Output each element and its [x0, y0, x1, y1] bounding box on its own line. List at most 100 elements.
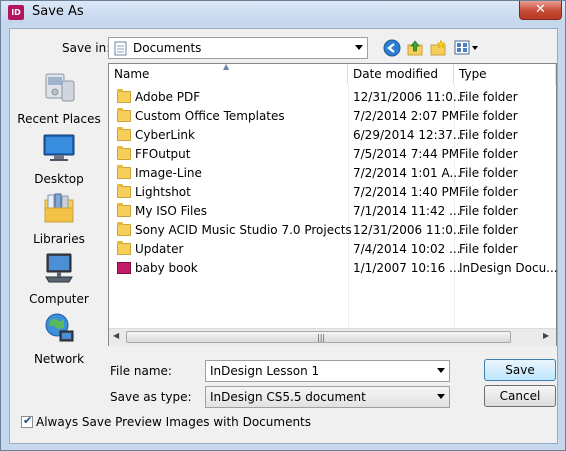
folder-icon: [117, 89, 131, 103]
file-list[interactable]: Name ▲ Date modified Type Adobe PDF 12/31…: [108, 62, 558, 346]
folder-icon: [117, 127, 131, 141]
save-button[interactable]: Save: [484, 359, 556, 381]
file-type: File folder: [459, 204, 518, 218]
preview-checkbox[interactable]: ✔: [21, 414, 33, 428]
view-menu-icon[interactable]: [454, 40, 480, 56]
folder-icon: [117, 165, 131, 179]
chevron-down-icon: [437, 394, 445, 399]
file-name-label: File name:: [110, 364, 172, 378]
chevron-down-icon: [355, 45, 363, 50]
file-name: Sony ACID Music Studio 7.0 Projects: [135, 223, 352, 237]
file-date: 7/1/2014 11:42 ...: [353, 204, 461, 218]
place-computer[interactable]: Computer: [11, 251, 107, 306]
new-folder-icon[interactable]: [429, 39, 447, 57]
file-date: 7/2/2014 1:40 PM: [353, 185, 460, 199]
file-type: InDesign Docu...: [459, 261, 558, 275]
up-folder-icon[interactable]: [406, 39, 424, 57]
file-date: 1/1/2007 10:16 ...: [353, 261, 461, 275]
file-name-value: InDesign Lesson 1: [210, 364, 320, 378]
file-name: baby book: [135, 261, 198, 275]
folder-icon: [117, 222, 131, 236]
column-header-date-label: Date modified: [353, 67, 439, 81]
file-row[interactable]: Custom Office Templates 7/2/2014 2:07 PM F…: [109, 107, 556, 126]
close-button[interactable]: ✕: [519, 1, 562, 20]
scroll-right-icon[interactable]: ▶: [543, 331, 549, 340]
horizontal-scrollbar[interactable]: ◀ ||| ▶: [109, 328, 556, 346]
indesign-app-icon: ID: [8, 5, 24, 20]
documents-icon: [114, 41, 127, 56]
file-name: Lightshot: [135, 185, 191, 199]
file-row[interactable]: Sony ACID Music Studio 7.0 Projects 12/31…: [109, 221, 556, 240]
grip-icon: |||: [317, 333, 326, 342]
place-label: Libraries: [33, 232, 85, 246]
place-label: Network: [33, 352, 85, 366]
file-name: CyberLink: [135, 128, 195, 142]
file-date: 6/29/2014 12:37...: [353, 128, 465, 142]
scroll-left-icon[interactable]: ◀: [113, 331, 119, 340]
file-name: Custom Office Templates: [135, 109, 285, 123]
file-row[interactable]: My ISO Files 7/1/2014 11:42 ... File folde…: [109, 202, 556, 221]
save-as-dialog: ID Save As ✕ Save in: Documents Recent P…: [0, 0, 566, 451]
place-label: Desktop: [34, 172, 84, 186]
scrollbar-thumb[interactable]: |||: [126, 331, 511, 343]
file-type: File folder: [459, 147, 518, 161]
place-label: Computer: [29, 292, 89, 306]
cancel-button[interactable]: Cancel: [484, 385, 556, 407]
file-date: 7/2/2014 2:07 PM: [353, 109, 460, 123]
preview-checkbox-label[interactable]: Always Save Preview Images with Document…: [36, 415, 311, 429]
file-row[interactable]: baby book 1/1/2007 10:16 ... InDesign Docu…: [109, 259, 558, 278]
column-header-name-label: Name: [114, 67, 150, 81]
folder-icon: [117, 184, 131, 198]
indesign-document-icon: [117, 262, 131, 274]
save-in-dropdown[interactable]: Documents: [108, 37, 368, 59]
file-type: File folder: [459, 185, 518, 199]
place-recent-places[interactable]: Recent Places: [11, 71, 107, 126]
computer-icon: [45, 253, 73, 283]
save-as-type-value: InDesign CS5.5 document: [210, 390, 366, 404]
places-bar: Recent Places Desktop Libraries Computer…: [11, 63, 107, 366]
dialog-body: Save in: Documents Recent Places Desktop…: [9, 28, 558, 444]
checkmark-icon: ✔: [23, 414, 33, 427]
sort-ascending-icon: ▲: [223, 62, 230, 71]
recent-places-icon: [45, 73, 75, 102]
column-header-type[interactable]: Type: [454, 64, 556, 85]
file-row[interactable]: Adobe PDF 12/31/2006 11:0... File folder: [109, 88, 556, 107]
file-type: File folder: [459, 90, 518, 104]
file-name-field[interactable]: InDesign Lesson 1: [205, 360, 450, 382]
file-row[interactable]: Updater 7/4/2014 10:02 ... File folder: [109, 240, 556, 259]
network-icon: [45, 313, 74, 342]
file-type: File folder: [459, 223, 518, 237]
folder-icon: [117, 241, 131, 255]
desktop-icon: [43, 134, 75, 161]
file-row[interactable]: FFOutput 7/5/2014 7:44 PM File folder: [109, 145, 556, 164]
chevron-down-icon[interactable]: [437, 368, 445, 373]
place-label: Recent Places: [17, 112, 101, 126]
save-as-type-dropdown[interactable]: InDesign CS5.5 document: [205, 386, 450, 408]
libraries-icon: [44, 193, 74, 223]
file-row[interactable]: CyberLink 6/29/2014 12:37... File folder: [109, 126, 556, 145]
column-header-date[interactable]: Date modified: [348, 64, 454, 85]
file-type: File folder: [459, 128, 518, 142]
title-bar[interactable]: ID Save As ✕: [1, 1, 565, 23]
file-date: 12/31/2006 11:0...: [353, 90, 465, 104]
file-type: File folder: [459, 242, 518, 256]
file-date: 7/2/2014 1:01 A...: [353, 166, 461, 180]
place-desktop[interactable]: Desktop: [11, 131, 107, 186]
file-date: 7/4/2014 10:02 ...: [353, 242, 461, 256]
window-title: Save As: [32, 4, 84, 19]
file-type: File folder: [459, 166, 518, 180]
folder-icon: [117, 203, 131, 217]
back-icon[interactable]: [383, 39, 401, 57]
file-name: Updater: [135, 242, 184, 256]
file-name: My ISO Files: [135, 204, 208, 218]
file-row[interactable]: Image-Line 7/2/2014 1:01 A... File folder: [109, 164, 556, 183]
file-name: Adobe PDF: [135, 90, 201, 104]
place-network[interactable]: Network: [11, 311, 107, 366]
column-header-name[interactable]: Name ▲: [109, 62, 348, 85]
save-in-label: Save in:: [62, 41, 111, 55]
folder-icon: [117, 108, 131, 122]
file-date: 7/5/2014 7:44 PM: [353, 147, 460, 161]
file-row[interactable]: Lightshot 7/2/2014 1:40 PM File folder: [109, 183, 556, 202]
place-libraries[interactable]: Libraries: [11, 191, 107, 246]
file-name: Image-Line: [135, 166, 202, 180]
